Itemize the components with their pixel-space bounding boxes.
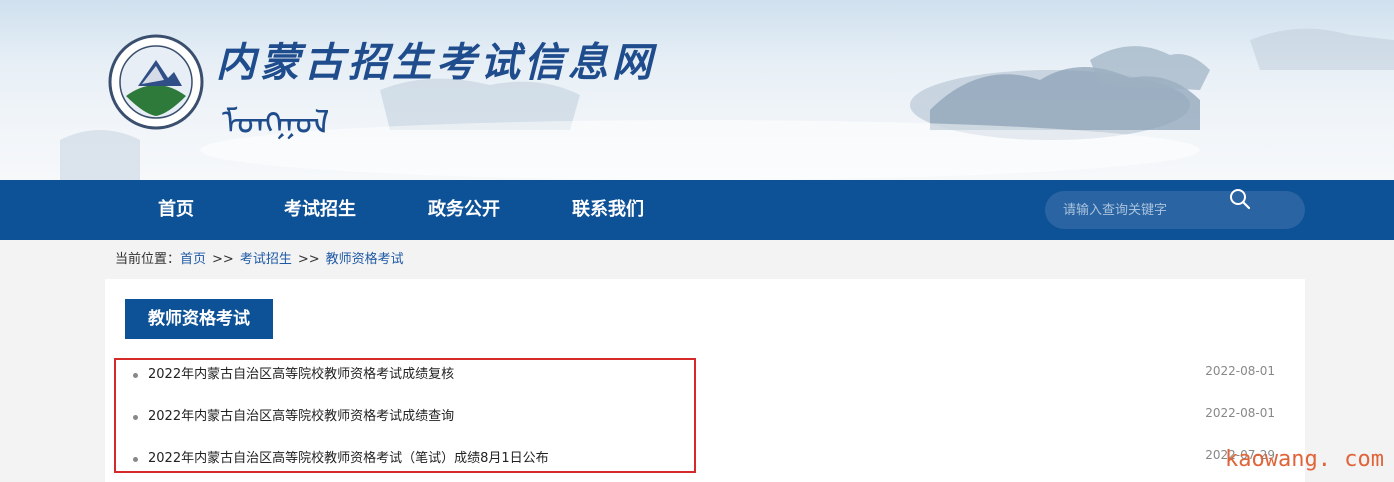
breadcrumb-separator: >> [297, 252, 320, 267]
site-title: 内蒙古招生考试信息网 [216, 39, 656, 86]
breadcrumb: 当前位置：首页 >> 考试招生 >> 教师资格考试 [115, 250, 404, 270]
site-subtitle-mongolian: ᠮᠣᠩᠭᠣᠯ [222, 103, 330, 143]
search-icon[interactable] [1228, 187, 1252, 211]
bullet-icon [133, 373, 138, 378]
watermark: kaowang. com [1225, 447, 1384, 472]
breadcrumb-separator: >> [212, 252, 234, 267]
main-nav: 首页 考试招生 政务公开 联系我们 [0, 180, 1394, 240]
news-date: 2022-08-01 [1205, 364, 1275, 378]
bullet-icon [133, 415, 138, 420]
breadcrumb-home[interactable]: 首页 [180, 252, 206, 267]
nav-item-home[interactable]: 首页 [158, 180, 194, 240]
news-title[interactable]: 2022年内蒙古自治区高等院校教师资格考试成绩复核 [148, 365, 454, 385]
content-panel: 教师资格考试 2022年内蒙古自治区高等院校教师资格考试成绩复核 2022-08… [105, 279, 1305, 482]
search-box [1045, 191, 1305, 229]
breadcrumb-prefix: 当前位置： [115, 252, 181, 267]
bullet-icon [133, 457, 138, 462]
news-item[interactable]: 2022年内蒙古自治区高等院校教师资格考试（笔试）成绩8月1日公布 2022-0… [133, 448, 1275, 469]
news-item[interactable]: 2022年内蒙古自治区高等院校教师资格考试成绩查询 2022-08-01 [133, 406, 1275, 427]
breadcrumb-exams[interactable]: 考试招生 [240, 252, 292, 267]
news-date: 2022-08-01 [1205, 406, 1275, 420]
news-title[interactable]: 2022年内蒙古自治区高等院校教师资格考试（笔试）成绩8月1日公布 [148, 449, 549, 469]
nav-item-government[interactable]: 政务公开 [428, 180, 500, 240]
emblem-logo-icon [108, 34, 204, 130]
mountain-scenery [60, 28, 1394, 180]
news-item[interactable]: 2022年内蒙古自治区高等院校教师资格考试成绩复核 2022-08-01 [133, 364, 1275, 385]
nav-item-contact[interactable]: 联系我们 [572, 180, 644, 240]
header-banner: 内蒙古招生考试信息网 ᠮᠣᠩᠭᠣᠯ [0, 0, 1394, 180]
nav-item-exams[interactable]: 考试招生 [284, 180, 356, 240]
breadcrumb-current[interactable]: 教师资格考试 [326, 252, 404, 267]
news-title[interactable]: 2022年内蒙古自治区高等院校教师资格考试成绩查询 [148, 407, 454, 427]
section-title[interactable]: 教师资格考试 [125, 299, 273, 339]
